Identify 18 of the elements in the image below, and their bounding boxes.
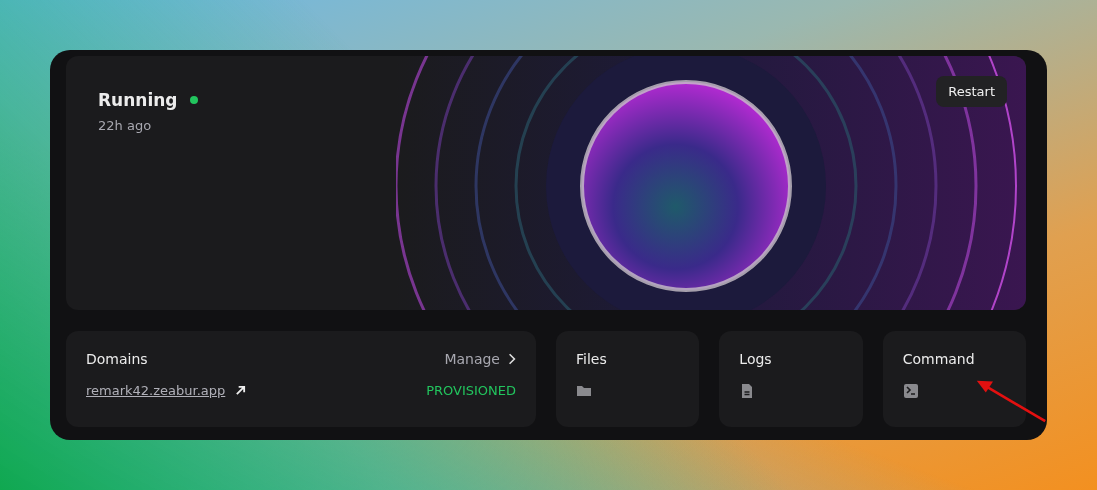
card-title: Command xyxy=(902,351,976,368)
card[interactable]: Logs xyxy=(719,331,863,427)
chevron-icon xyxy=(508,353,516,366)
status-time: 22h ago xyxy=(98,118,153,133)
arrow xyxy=(975,378,1047,423)
status-label: Running xyxy=(98,90,178,110)
domain-status: PROVISIONED xyxy=(426,383,516,399)
card[interactable]: Command xyxy=(882,331,1026,427)
card[interactable]: Domains Manage remark42.zeabur.app PROVISIONED xyxy=(66,331,536,427)
restart-button[interactable]: Restart xyxy=(936,76,1007,107)
domain-link[interactable]: remark42.zeabur.app xyxy=(86,383,226,399)
manage-link[interactable]: Manage xyxy=(444,351,516,368)
card-title: Files xyxy=(576,351,608,368)
card[interactable]: Files xyxy=(556,331,700,427)
terminal-icon xyxy=(902,383,919,400)
card-title: Logs xyxy=(739,351,773,368)
card-title: Domains xyxy=(86,351,148,368)
external-link-icon xyxy=(235,385,247,397)
